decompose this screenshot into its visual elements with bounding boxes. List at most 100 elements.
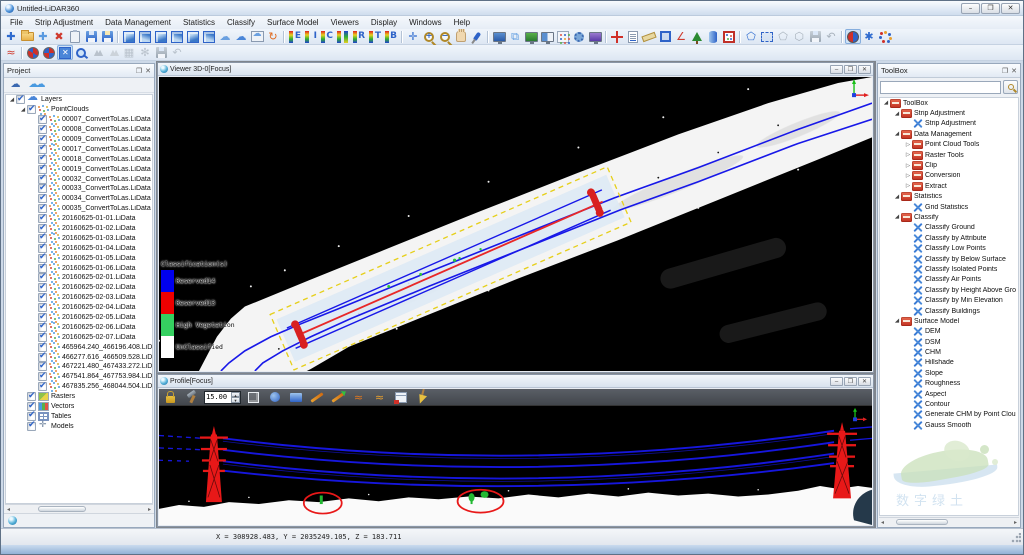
view-top-button[interactable] (121, 29, 137, 44)
viewer-3d-canvas[interactable]: Classification(s) Reserved14 Reserved13 … (159, 77, 872, 371)
toolbox-item[interactable]: Strip Adjustment (880, 119, 1018, 129)
expander-icon[interactable]: ▷ (904, 163, 912, 169)
measure-line-button[interactable] (308, 390, 325, 405)
add-pointcloud-button[interactable]: ☁ (8, 78, 23, 93)
expander-icon[interactable]: ◢ (893, 318, 901, 324)
display-by-time-button[interactable]: T (367, 29, 383, 44)
tree-item[interactable]: 467541.864_467753.984.LiData (6, 372, 152, 382)
toolbox-item[interactable]: ▷ Raster Tools (880, 150, 1018, 160)
add-data-button[interactable]: ✚ (35, 29, 51, 44)
select-rectangle-button[interactable] (759, 29, 775, 44)
tree-item[interactable]: 20160625-02-07.LiData (6, 332, 152, 342)
tree-item[interactable]: 00034_ConvertToLas.LiData (6, 194, 152, 204)
toolbox-item[interactable]: Classify by Below Surface (880, 254, 1018, 264)
profile-close-button[interactable]: ✕ (858, 377, 871, 386)
display-blend-button[interactable]: B (383, 29, 399, 44)
menu-viewers[interactable]: Viewers (325, 18, 365, 27)
save-selection-button[interactable] (807, 29, 823, 44)
expander-icon[interactable]: ◢ (8, 97, 16, 103)
menu-statistics[interactable]: Statistics (177, 18, 221, 27)
toolbox-item[interactable]: Grid Statistics (880, 202, 1018, 212)
clipboard-button[interactable] (67, 29, 83, 44)
viewer-restore-button[interactable]: ❐ (844, 65, 857, 74)
expander-icon[interactable]: ▷ (904, 152, 912, 158)
tree-item[interactable]: 00008_ConvertToLas.LiData (6, 125, 152, 135)
measure-distance-button[interactable] (641, 29, 657, 44)
viewer-close-button[interactable]: ✕ (858, 65, 871, 74)
toolbox-item[interactable]: Aspect (880, 389, 1018, 399)
tree-item[interactable]: 20160625-02-05.LiData (6, 313, 152, 323)
view-right-button[interactable] (169, 29, 185, 44)
toolbox-item[interactable]: Contour (880, 399, 1018, 409)
select-rect-button[interactable] (287, 390, 304, 405)
toolbox-item[interactable]: Slope (880, 368, 1018, 378)
toolbox-item[interactable]: Generate CHM by Point Clou (880, 410, 1018, 420)
save-button[interactable] (83, 29, 99, 44)
menu-surface-model[interactable]: Surface Model (261, 18, 325, 27)
view-left-button[interactable] (153, 29, 169, 44)
menu-file[interactable]: File (4, 18, 29, 27)
cube-button[interactable] (245, 390, 262, 405)
spin-buttons[interactable]: ▴▾ (231, 392, 240, 403)
checkbox[interactable] (38, 382, 47, 391)
toolbox-item[interactable]: Classify Isolated Points (880, 264, 1018, 274)
menu-strip-adjustment[interactable]: Strip Adjustment (29, 18, 99, 27)
new-file-button[interactable]: ✚ (3, 29, 19, 44)
elevation-profile2-button[interactable]: ▲▲ (105, 45, 121, 60)
render-sparkle-button[interactable] (877, 29, 893, 44)
tree-item[interactable]: 20160625-02-06.LiData (6, 322, 152, 332)
toolbox-item[interactable]: ◢ Classify (880, 212, 1018, 222)
toolbox-item[interactable]: Classify Ground (880, 223, 1018, 233)
toolbox-search-input[interactable] (880, 81, 1001, 94)
tree-item[interactable]: 466277.616_466509.528.LiData (6, 352, 152, 362)
display-by-elevation-button[interactable]: E (287, 29, 303, 44)
zoom-extent-button[interactable]: ✛ (405, 29, 421, 44)
cloud-window-button[interactable] (249, 29, 265, 44)
search-button[interactable] (1003, 80, 1018, 94)
tree-item[interactable]: Models (6, 421, 152, 431)
viewer-image-button[interactable] (523, 29, 539, 44)
expander-icon[interactable]: ▷ (904, 173, 912, 179)
expander-icon[interactable]: ◢ (893, 194, 901, 200)
tree-item[interactable]: 20160625-02-01.LiData (6, 273, 152, 283)
scroll-thumb[interactable] (896, 519, 948, 525)
remove-data-button[interactable]: ✖ (51, 29, 67, 44)
resize-grip[interactable] (1011, 533, 1021, 543)
measure-volume-button[interactable] (705, 29, 721, 44)
toolbox-item[interactable]: ◢ Surface Model (880, 316, 1018, 326)
tree-item[interactable]: 00009_ConvertToLas.LiData (6, 135, 152, 145)
point-budget-button[interactable] (555, 29, 571, 44)
capture-button[interactable] (587, 29, 603, 44)
tree-item[interactable]: 467221.480_467433.272.LiData (6, 362, 152, 372)
cloud-view-button[interactable]: ☁ (217, 29, 233, 44)
zoom-in-button[interactable] (421, 29, 437, 44)
tree-item[interactable]: 20160625-02-04.LiData (6, 303, 152, 313)
toolbox-hscrollbar[interactable]: ◂ ▸ (879, 517, 1019, 526)
viewer-split-button[interactable] (539, 29, 555, 44)
point-info-button[interactable] (625, 29, 641, 44)
display-by-rgb-button[interactable] (335, 29, 351, 44)
menu-classify[interactable]: Classify (221, 18, 261, 27)
project-hscrollbar[interactable]: ◂ ▸ (5, 504, 153, 513)
stack-clouds-button[interactable]: ☁☁ (28, 78, 43, 93)
view-iso-button[interactable] (201, 29, 217, 44)
checkbox[interactable] (16, 95, 25, 104)
tree-item[interactable]: 00007_ConvertToLas.LiData (6, 115, 152, 125)
undo-gray-button[interactable]: ↶ (169, 45, 185, 60)
toolbox-item[interactable]: DEM (880, 327, 1018, 337)
profile-restore-button[interactable]: ❐ (844, 377, 857, 386)
zoom-out-button[interactable] (437, 29, 453, 44)
checkbox[interactable] (27, 105, 36, 114)
elevation-profile-button[interactable]: ▲▲ (89, 45, 105, 60)
render-classes-button[interactable] (845, 29, 861, 44)
profile-width-input[interactable] (205, 392, 231, 403)
toolbox-item[interactable]: ◢ Strip Adjustment (880, 108, 1018, 118)
toolbox-item[interactable]: CHM (880, 347, 1018, 357)
select-lasso-button[interactable]: ⬡ (791, 29, 807, 44)
open-file-button[interactable] (19, 29, 35, 44)
link-viewers-button[interactable]: ⧉ (507, 29, 523, 44)
select-pentagon-button[interactable]: ⬠ (775, 29, 791, 44)
close-button[interactable]: ✕ (1001, 3, 1020, 14)
pin-button[interactable] (469, 29, 485, 44)
polyline-button[interactable]: ≈ (350, 390, 367, 405)
